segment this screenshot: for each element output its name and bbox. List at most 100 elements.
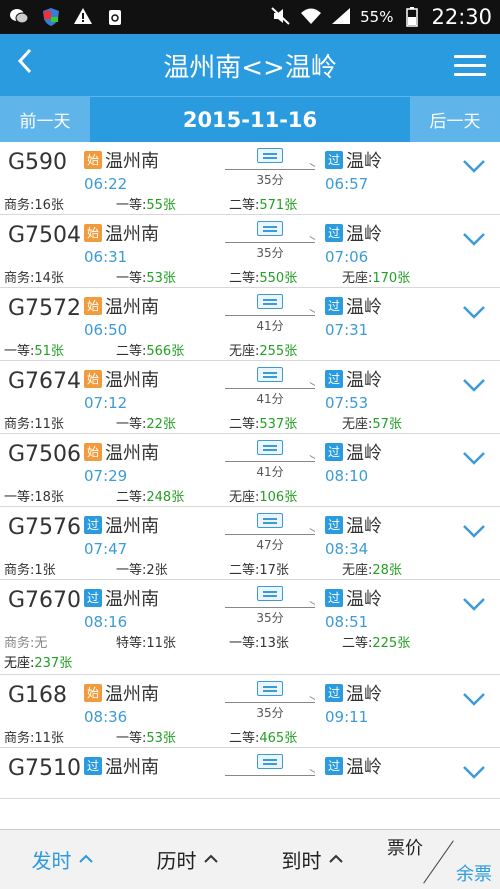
arrival-tag: 过 (325, 516, 343, 534)
seat-label: 一等: (116, 198, 147, 213)
seat-class: 商务:1张 (4, 559, 56, 578)
chevron-up-icon (78, 852, 94, 868)
departure-station: 温州南 (105, 684, 159, 705)
chevron-down-icon (463, 525, 485, 538)
departure-tag: 始 (84, 443, 102, 461)
divider (422, 839, 454, 884)
train-row[interactable]: G7670 过温州南 08:16 35分过温岭 08:51 商务:无 特等:11张 一等:13… (0, 580, 500, 675)
title-bar: 温州南<>温岭 (0, 34, 500, 96)
arrival-station: 温岭 (346, 684, 382, 705)
menu-button[interactable] (440, 54, 500, 76)
seat-label: 商务: (4, 198, 35, 213)
train-row[interactable]: G7504 始温州南 06:31 35分 过温岭 07:06 商务:14张 一等:53张 二等:… (0, 215, 500, 288)
trip-duration (225, 754, 315, 777)
arrival-time: 07:31 (325, 321, 369, 339)
seat-label: 一等: (116, 417, 147, 432)
departure-time: 08:16 (84, 613, 128, 631)
sort-duration-button[interactable]: 历时 (125, 845, 250, 874)
trip-duration: 41分 (225, 294, 315, 334)
seat-count: 237张 (34, 656, 73, 671)
duration-text: 35分 (256, 246, 284, 260)
expand-button[interactable] (462, 450, 486, 469)
seat-availability: 一等:51张 二等:566张 无座:255张 (0, 338, 500, 360)
train-row[interactable]: G7506 始温州南 07:29 41分 过温岭 08:10 一等:18张 二等:248张 无座… (0, 434, 500, 507)
arrow-line (225, 388, 315, 389)
seat-label: 二等: (229, 271, 260, 286)
trip-duration: 41分 (225, 440, 315, 480)
train-row[interactable]: G590 始温州南 06:22 35分过温岭 06:57 商务:16张 一等:55张 二等:5… (0, 142, 500, 215)
seat-count: 18张 (34, 490, 64, 505)
seat-class: 无座:106张 (229, 486, 297, 505)
arrival: 过温岭 08:34 (325, 512, 382, 558)
seat-count: 571张 (259, 198, 298, 213)
arrival: 过温岭 08:51 (325, 585, 382, 631)
seat-label: 商务: (4, 636, 35, 651)
seat-count: 14张 (34, 271, 64, 286)
arrival-time: 07:53 (325, 394, 369, 412)
seat-class: 商务:11张 (4, 413, 64, 432)
arrival-station: 温岭 (346, 151, 382, 172)
seat-class: 二等:537张 (229, 413, 297, 432)
seat-count: 无 (34, 636, 48, 651)
train-row[interactable]: G7576 过温州南 07:47 47分过温岭 08:34 商务:1张 一等:2张 二等:17… (0, 507, 500, 580)
back-button[interactable] (0, 46, 50, 84)
arrival: 过温岭 07:53 (325, 366, 382, 412)
battery-icon (401, 7, 423, 27)
train-row[interactable]: G7572 始温州南 06:50 41分 过温岭 07:31 一等:51张 二等:566张 无座… (0, 288, 500, 361)
ticket-icon (257, 513, 283, 528)
arrival-station: 温岭 (346, 443, 382, 464)
expand-button[interactable] (462, 158, 486, 177)
price-remaining-toggle[interactable]: 票价 余票 (375, 830, 500, 889)
expand-button[interactable] (462, 304, 486, 323)
seat-count: 550张 (259, 271, 298, 286)
prev-day-button[interactable]: 前一天 (0, 97, 90, 142)
departure: 过温州南 (84, 753, 159, 781)
seat-label: 二等: (229, 731, 260, 746)
arrival-station: 温岭 (346, 589, 382, 610)
expand-button[interactable] (462, 231, 486, 250)
seat-label: 一等: (4, 490, 35, 505)
duration-text: 35分 (256, 611, 284, 625)
wifi-icon (300, 7, 322, 27)
train-row[interactable]: G168 始温州南 08:36 35分 过温岭 09:11 商务:11张 一等:53张 二等:4… (0, 675, 500, 748)
trip-duration: 35分 (225, 221, 315, 261)
ticket-icon (257, 440, 283, 455)
seat-label: 商务: (4, 417, 35, 432)
status-bar: 55% 22:30 (0, 0, 500, 34)
arrival-station: 温岭 (346, 370, 382, 391)
ticket-icon (257, 754, 283, 769)
expand-button[interactable] (462, 377, 486, 396)
seat-count: 16张 (34, 198, 64, 213)
sort-depart-button[interactable]: 发时 (0, 845, 125, 874)
train-row[interactable]: G7674 始温州南 07:12 41分 过温岭 07:53 商务:11张 一等:22张 二等:… (0, 361, 500, 434)
seat-availability: 商务:1张 一等:2张 二等:17张 无座:28张 (0, 557, 500, 579)
expand-button[interactable] (462, 691, 486, 710)
departure-time: 07:12 (84, 394, 128, 412)
chevron-up-icon (203, 852, 219, 868)
train-row[interactable]: G7510 过温州南过温岭 (0, 748, 500, 799)
departure-tag: 过 (84, 757, 102, 775)
seat-label: 二等: (342, 636, 373, 651)
expand-button[interactable] (462, 596, 486, 615)
departure-station: 温州南 (105, 443, 159, 464)
departure-time: 08:36 (84, 708, 128, 726)
duration-text: 35分 (256, 706, 284, 720)
trip-duration: 35分 (225, 681, 315, 721)
sort-duration-label: 历时 (156, 849, 197, 873)
arrival-time: 08:10 (325, 467, 369, 485)
departure-station: 温州南 (105, 151, 159, 172)
current-date[interactable]: 2015-11-16 (90, 97, 410, 142)
departure-tag: 过 (84, 589, 102, 607)
seat-availability: 无座:237张 (0, 652, 500, 674)
departure: 始温州南 06:31 (84, 220, 159, 266)
next-day-button[interactable]: 后一天 (410, 97, 500, 142)
departure-tag: 过 (84, 516, 102, 534)
seat-class: 一等:51张 (4, 340, 64, 359)
expand-button[interactable] (462, 523, 486, 542)
train-number: G7576 (8, 515, 82, 540)
duration-text: 47分 (256, 538, 284, 552)
departure-station: 温州南 (105, 589, 159, 610)
seat-class: 一等:55张 (116, 194, 176, 213)
expand-button[interactable] (462, 764, 486, 783)
sort-arrive-button[interactable]: 到时 (250, 845, 375, 874)
